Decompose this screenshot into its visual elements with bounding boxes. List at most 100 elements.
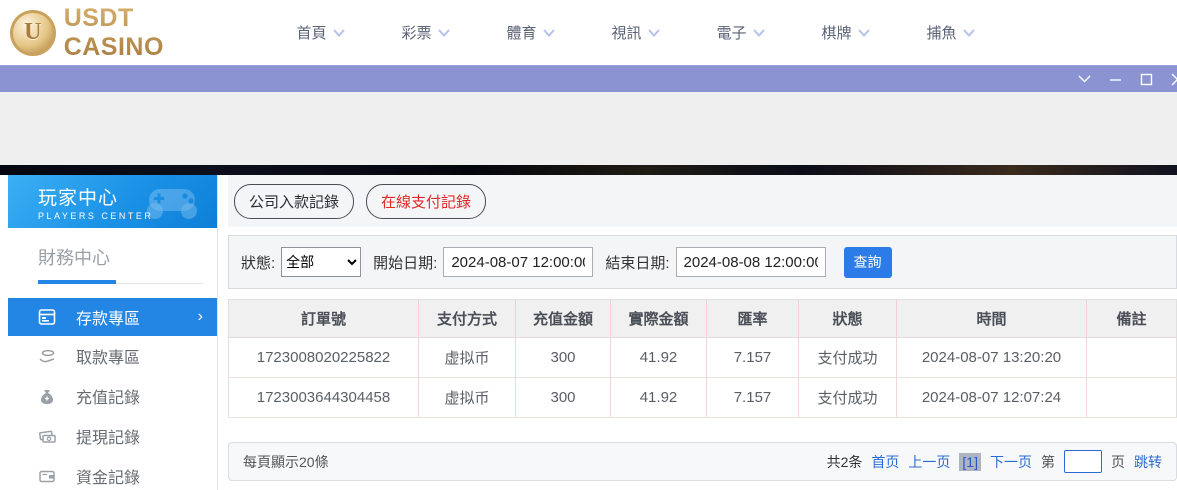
nav-item-slots[interactable]: 電子 [688,22,793,43]
col-time: 時間 [897,300,1087,338]
sidebar: 玩家中心 PLAYERS CENTER 財務中心 存款專區 › 取款專 [8,175,218,490]
money-bag-icon [38,387,56,405]
deposit-icon [38,308,56,326]
chevron-down-icon [753,29,765,37]
table-header-row: 訂單號 支付方式 充值金額 實際金額 匯率 狀態 時間 備註 [229,300,1177,338]
pagination-bar: 每頁顯示20條 共2条 首页 上一页 [1] 下一页 第 页 跳转 [228,442,1177,481]
logo[interactable]: U USDT CASINO [10,4,240,62]
order-number-cell: 1723008020225822 [229,338,419,378]
jump-label-post: 页 [1111,452,1125,472]
col-status: 狀態 [799,300,897,338]
start-date-label: 開始日期: [373,252,437,273]
records-table: 訂單號 支付方式 充值金額 實際金額 匯率 狀態 時間 備註 172300802… [228,299,1177,418]
actual-amount-cell: 41.92 [611,338,707,378]
tab-online-payment-records[interactable]: 在線支付記錄 [366,184,486,219]
chevron-down-icon [438,29,450,37]
col-remarks: 備註 [1087,300,1177,338]
filter-bar: 狀態: 全部 開始日期: 結束日期: 查詢 [228,235,1177,289]
start-date-input[interactable] [443,247,593,277]
window-controls [1077,66,1177,92]
chevron-right-icon: › [198,308,203,326]
gamepad-icon [141,181,203,221]
sidebar-item-fund-records[interactable]: 資金記錄 [8,456,217,490]
window-dropdown-icon[interactable] [1077,72,1091,86]
tab-company-deposit-records[interactable]: 公司入款記錄 [234,184,354,219]
nav-item-live[interactable]: 視訊 [583,22,688,43]
chevron-down-icon [963,29,975,37]
minimize-icon[interactable] [1108,72,1122,86]
next-page-link[interactable]: 下一页 [990,452,1032,472]
status-cell: 支付成功 [799,378,897,418]
page-spacer [0,92,1177,165]
finance-center-heading: 財務中心 [38,244,203,270]
exchange-rate-cell: 7.157 [707,338,799,378]
pager: 共2条 首页 上一页 [1] 下一页 第 页 跳转 [827,450,1162,473]
sidebar-item-recharge-records[interactable]: 充值記錄 [8,376,217,416]
remarks-cell [1087,378,1177,418]
sidebar-item-label: 充值記錄 [76,384,140,408]
col-order-number: 訂單號 [229,300,419,338]
col-recharge-amount: 充值金額 [516,300,611,338]
time-cell: 2024-08-07 12:07:24 [897,378,1087,418]
logo-coin-icon: U [10,10,56,56]
current-page-indicator: [1] [959,453,981,471]
top-header: U USDT CASINO 首頁 彩票 體育 視訊 電子 棋牌 捕魚 [0,0,1177,65]
recharge-amount-cell: 300 [516,378,611,418]
table-row: 1723003644304458 虚拟币 300 41.92 7.157 支付成… [229,378,1177,418]
remarks-cell [1087,338,1177,378]
content-panel: 公司入款記錄 在線支付記錄 狀態: 全部 開始日期: 結束日期: 查詢 訂單號 … [228,175,1177,490]
status-select[interactable]: 全部 [281,247,361,277]
prev-page-link[interactable]: 上一页 [908,452,950,472]
end-date-input[interactable] [676,247,826,277]
nav-item-fishing[interactable]: 捕魚 [898,22,1003,43]
time-cell: 2024-08-07 13:20:20 [897,338,1087,378]
chevron-down-icon [858,29,870,37]
maximize-icon[interactable] [1139,72,1153,86]
sidebar-item-label: 存款專區 [76,305,140,329]
order-number-cell: 1723003644304458 [229,378,419,418]
actual-amount-cell: 41.92 [611,378,707,418]
chevron-down-icon [543,29,555,37]
banner-strip [0,165,1177,175]
nav-item-home[interactable]: 首頁 [268,22,373,43]
page-size-text: 每頁顯示20條 [243,452,329,472]
sidebar-item-label: 提現記錄 [76,424,140,448]
search-button[interactable]: 查詢 [844,247,892,278]
main-area: 玩家中心 PLAYERS CENTER 財務中心 存款專區 › 取款專 [0,175,1177,490]
payment-method-cell: 虚拟币 [419,338,516,378]
wallet-icon [38,467,56,485]
sidebar-item-withdraw-records[interactable]: 提現記錄 [8,416,217,456]
first-page-link[interactable]: 首页 [871,452,899,472]
logo-initial: U [24,19,41,46]
chevron-down-icon [333,29,345,37]
sidebar-item-label: 資金記錄 [76,464,140,488]
withdraw-icon [38,347,56,365]
section-underline [38,280,203,284]
total-count: 共2条 [827,452,863,472]
logo-text: USDT CASINO [64,4,240,62]
status-cell: 支付成功 [799,338,897,378]
chevron-down-icon [648,29,660,37]
sidebar-menu: 存款專區 › 取款專區 充值記錄 提現記錄 資金記錄 [8,298,217,490]
col-payment-method: 支付方式 [419,300,516,338]
nav-item-sports[interactable]: 體育 [478,22,583,43]
main-nav: 首頁 彩票 體育 視訊 電子 棋牌 捕魚 [268,22,1003,43]
close-icon[interactable] [1170,72,1177,86]
end-date-label: 結束日期: [605,252,669,273]
jump-link[interactable]: 跳转 [1134,452,1162,472]
nav-item-cards[interactable]: 棋牌 [793,22,898,43]
page-number-input[interactable] [1064,450,1102,473]
nav-item-lottery[interactable]: 彩票 [373,22,478,43]
players-center-header: 玩家中心 PLAYERS CENTER [8,175,217,228]
jump-label-pre: 第 [1041,452,1055,472]
window-title-bar [0,65,1177,92]
banknotes-icon [38,427,56,445]
sidebar-item-deposit[interactable]: 存款專區 › [8,298,217,336]
table-row: 1723008020225822 虚拟币 300 41.92 7.157 支付成… [229,338,1177,378]
recharge-amount-cell: 300 [516,338,611,378]
status-label: 狀態: [241,252,275,273]
sidebar-item-label: 取款專區 [76,344,140,368]
payment-method-cell: 虚拟币 [419,378,516,418]
col-exchange-rate: 匯率 [707,300,799,338]
sidebar-item-withdraw[interactable]: 取款專區 [8,336,217,376]
